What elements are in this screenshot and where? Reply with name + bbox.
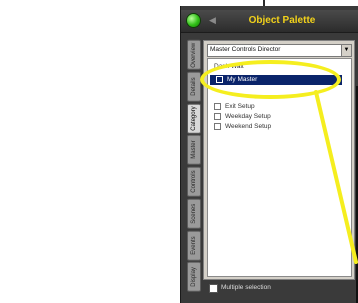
side-tab-strip: Overview Details Category Master Control… [187,40,201,292]
item-bullet-icon [214,113,221,120]
highlight-callout-ellipse [200,60,341,99]
multiple-selection-label: Multiple selection [221,284,271,291]
side-tab-controls[interactable]: Controls [187,167,201,197]
list-item[interactable]: Weekday Setup [214,113,271,120]
object-palette: ◀ Object Palette Overview Details Catego… [180,6,358,303]
status-dot-icon[interactable] [187,14,200,27]
multiple-selection-row: Multiple selection [205,282,355,294]
side-tab-category[interactable]: Category [187,103,201,134]
side-tab-scenes[interactable]: Scenes [187,198,201,229]
list-item[interactable]: Weekend Setup [214,123,271,130]
dropdown-value: Master Controls Director [210,46,281,53]
multiple-selection-checkbox[interactable] [209,284,218,293]
collapse-arrow-icon[interactable]: ◀ [209,15,216,26]
side-tab-master[interactable]: Master [187,135,201,165]
list-item-label: Weekday Setup [225,113,271,121]
list-item-label: Weekend Setup [225,123,272,131]
dropdown-arrow-icon[interactable]: ▼ [341,45,351,56]
item-bullet-icon [214,123,221,130]
category-dropdown[interactable]: Master Controls Director ▼ [207,44,352,57]
palette-title: Object Palette [248,15,316,26]
side-tab-display[interactable]: Display [187,262,201,292]
side-tab-events[interactable]: Events [187,230,201,261]
side-tab-overview[interactable]: Overview [187,40,201,70]
item-bullet-icon [214,103,221,110]
palette-titlebar[interactable]: ◀ Object Palette [181,10,358,33]
list-item-label: Exit Setup [225,103,255,111]
side-tab-details[interactable]: Details [187,71,201,102]
list-item[interactable]: Exit Setup [214,103,255,110]
